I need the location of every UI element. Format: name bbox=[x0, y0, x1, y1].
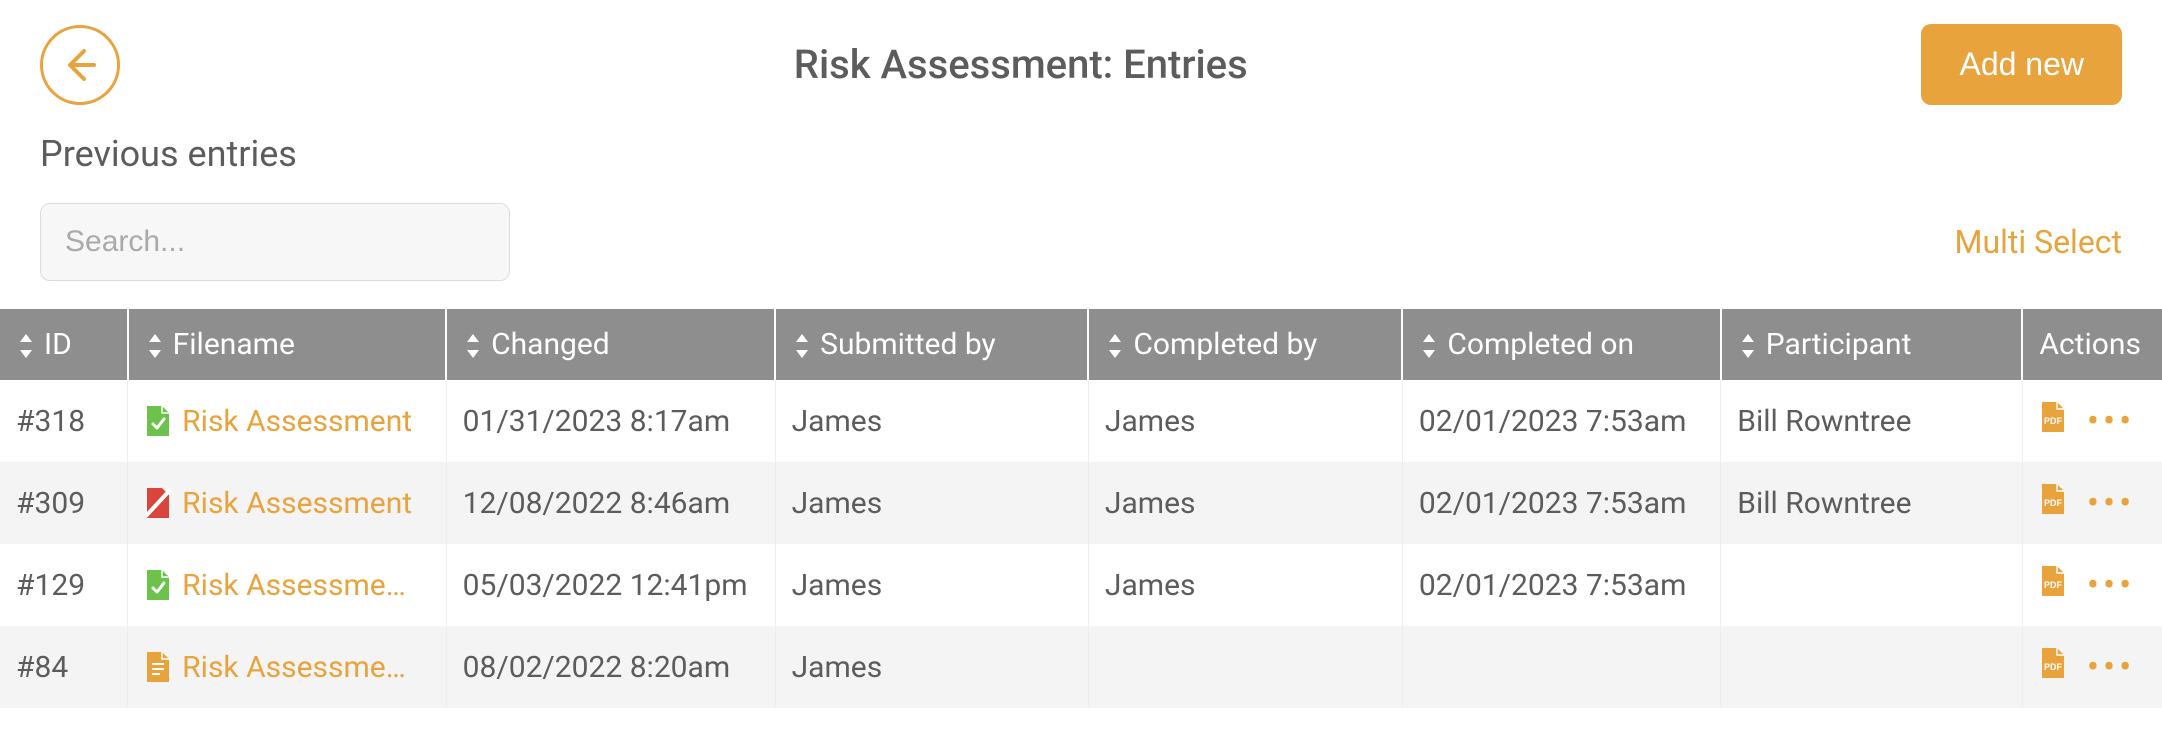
filename-link[interactable]: Risk Assessme… bbox=[182, 568, 406, 603]
pdf-icon: PDF bbox=[2039, 564, 2067, 598]
cell-filename: Risk Assessment bbox=[128, 380, 446, 462]
more-actions-button[interactable]: ••• bbox=[2087, 567, 2135, 603]
cell-submitted-by: James bbox=[775, 626, 1088, 708]
cell-participant bbox=[1721, 626, 2023, 708]
table-row: #129Risk Assessme…05/03/2022 12:41pmJame… bbox=[0, 544, 2162, 626]
sort-icon bbox=[145, 332, 165, 360]
cell-submitted-by: James bbox=[775, 462, 1088, 544]
page-title: Risk Assessment: Entries bbox=[120, 41, 1921, 88]
cell-completed-on: 02/01/2023 7:53am bbox=[1402, 462, 1720, 544]
download-pdf-button[interactable]: PDF bbox=[2039, 400, 2067, 442]
cell-filename: Risk Assessme… bbox=[128, 626, 446, 708]
col-header-filename[interactable]: Filename bbox=[128, 309, 446, 380]
cell-changed: 08/02/2022 8:20am bbox=[446, 626, 775, 708]
cell-actions: PDF ••• bbox=[2022, 462, 2162, 544]
pdf-icon: PDF bbox=[2039, 646, 2067, 680]
file-alert-icon bbox=[144, 486, 172, 520]
cell-participant bbox=[1721, 544, 2023, 626]
cell-completed-by: James bbox=[1088, 380, 1402, 462]
svg-text:PDF: PDF bbox=[2044, 416, 2063, 426]
multi-select-link[interactable]: Multi Select bbox=[1955, 223, 2122, 261]
download-pdf-button[interactable]: PDF bbox=[2039, 482, 2067, 524]
cell-submitted-by: James bbox=[775, 380, 1088, 462]
file-check-icon bbox=[144, 404, 172, 438]
sort-icon bbox=[1419, 332, 1439, 360]
cell-actions: PDF ••• bbox=[2022, 626, 2162, 708]
cell-id: #318 bbox=[0, 380, 128, 462]
cell-completed-on: 02/01/2023 7:53am bbox=[1402, 544, 1720, 626]
cell-submitted-by: James bbox=[775, 544, 1088, 626]
cell-participant: Bill Rowntree bbox=[1721, 462, 2023, 544]
cell-actions: PDF ••• bbox=[2022, 380, 2162, 462]
back-button[interactable] bbox=[40, 25, 120, 105]
table-row: #318Risk Assessment01/31/2023 8:17amJame… bbox=[0, 380, 2162, 462]
pdf-icon: PDF bbox=[2039, 400, 2067, 434]
more-actions-button[interactable]: ••• bbox=[2087, 403, 2135, 439]
table-row: #309Risk Assessment12/08/2022 8:46amJame… bbox=[0, 462, 2162, 544]
cell-participant: Bill Rowntree bbox=[1721, 380, 2023, 462]
cell-completed-on: 02/01/2023 7:53am bbox=[1402, 380, 1720, 462]
cell-filename: Risk Assessment bbox=[128, 462, 446, 544]
cell-completed-by: James bbox=[1088, 544, 1402, 626]
cell-id: #309 bbox=[0, 462, 128, 544]
cell-completed-on bbox=[1402, 626, 1720, 708]
file-check-icon bbox=[144, 568, 172, 602]
table-row: #84 Risk Assessme… 08/02/2022 8:20amJames P… bbox=[0, 626, 2162, 708]
section-heading: Previous entries bbox=[0, 105, 2162, 175]
filename-link[interactable]: Risk Assessme… bbox=[182, 650, 406, 685]
pdf-icon: PDF bbox=[2039, 482, 2067, 516]
col-header-id[interactable]: ID bbox=[0, 309, 128, 380]
col-header-submitted-by[interactable]: Submitted by bbox=[775, 309, 1088, 380]
cell-changed: 05/03/2022 12:41pm bbox=[446, 544, 775, 626]
filename-link[interactable]: Risk Assessment bbox=[182, 404, 412, 439]
svg-text:PDF: PDF bbox=[2044, 498, 2063, 508]
cell-changed: 01/31/2023 8:17am bbox=[446, 380, 775, 462]
cell-id: #84 bbox=[0, 626, 128, 708]
sort-icon bbox=[1738, 332, 1758, 360]
more-actions-button[interactable]: ••• bbox=[2087, 649, 2135, 685]
svg-text:PDF: PDF bbox=[2044, 662, 2063, 672]
sort-icon bbox=[792, 332, 812, 360]
more-actions-button[interactable]: ••• bbox=[2087, 485, 2135, 521]
cell-actions: PDF ••• bbox=[2022, 544, 2162, 626]
sort-icon bbox=[463, 332, 483, 360]
sort-icon bbox=[16, 332, 36, 360]
col-header-participant[interactable]: Participant bbox=[1721, 309, 2023, 380]
file-doc-icon bbox=[144, 650, 172, 684]
entries-table: ID Filename Changed Submitted by Complet… bbox=[0, 309, 2162, 708]
sort-icon bbox=[1105, 332, 1125, 360]
cell-completed-by: James bbox=[1088, 462, 1402, 544]
cell-completed-by bbox=[1088, 626, 1402, 708]
col-header-completed-by[interactable]: Completed by bbox=[1088, 309, 1402, 380]
col-header-changed[interactable]: Changed bbox=[446, 309, 775, 380]
cell-id: #129 bbox=[0, 544, 128, 626]
arrow-left-icon bbox=[60, 45, 100, 85]
add-new-button[interactable]: Add new bbox=[1921, 24, 2122, 105]
col-header-completed-on[interactable]: Completed on bbox=[1402, 309, 1720, 380]
download-pdf-button[interactable]: PDF bbox=[2039, 646, 2067, 688]
filename-link[interactable]: Risk Assessment bbox=[182, 486, 412, 521]
cell-filename: Risk Assessme… bbox=[128, 544, 446, 626]
cell-changed: 12/08/2022 8:46am bbox=[446, 462, 775, 544]
search-input[interactable] bbox=[40, 203, 510, 281]
col-header-actions: Actions bbox=[2022, 309, 2162, 380]
download-pdf-button[interactable]: PDF bbox=[2039, 564, 2067, 606]
svg-text:PDF: PDF bbox=[2044, 580, 2063, 590]
